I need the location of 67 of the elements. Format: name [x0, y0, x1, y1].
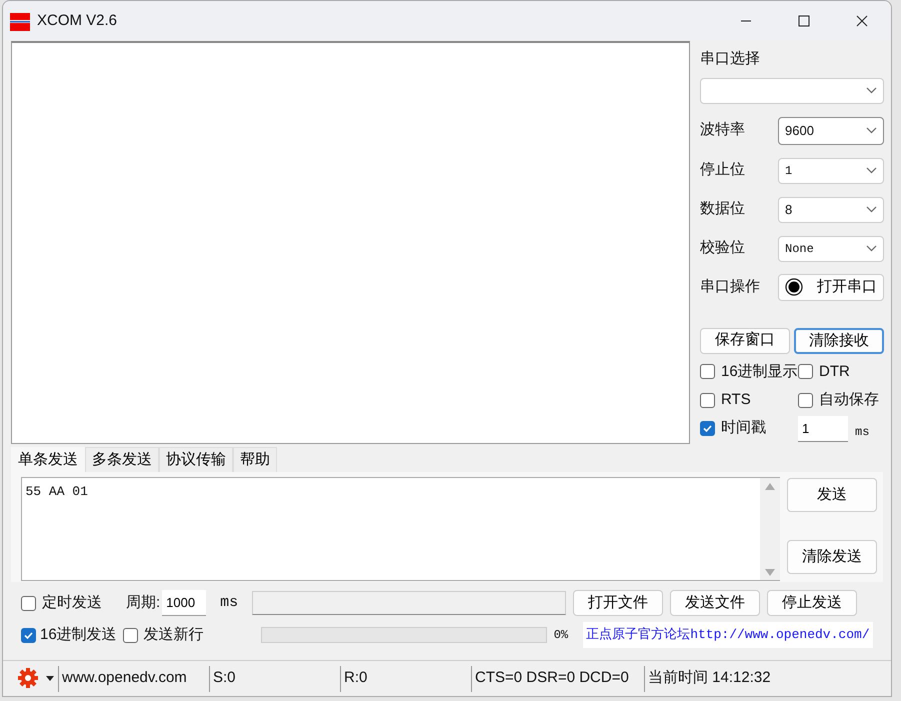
send-field[interactable]: 55 AA 01 [21, 477, 780, 581]
checkmark-icon [23, 630, 34, 640]
close-icon [856, 15, 868, 27]
field-label: 串口选择 [700, 49, 761, 69]
chevron-icon [866, 206, 877, 213]
checkmark-icon [702, 423, 713, 434]
checkbox[interactable] [798, 364, 813, 380]
button[interactable]: 清除发送 [787, 540, 877, 574]
tab[interactable]: 多条发送 [85, 447, 159, 472]
timestamp-field[interactable]: 1 [798, 416, 848, 442]
button[interactable]: 打开文件 [573, 590, 664, 616]
checkbox-label: 自动保存 [819, 390, 879, 410]
checkbox[interactable] [798, 392, 813, 408]
button[interactable]: 发送 [787, 478, 877, 512]
maximize-icon [798, 15, 810, 27]
tab[interactable]: 协议传输 [159, 447, 233, 472]
open-port-button[interactable]: 打开串口 [778, 274, 884, 300]
button[interactable]: 清除接收 [794, 328, 884, 354]
field-label: 停止位 [700, 160, 745, 180]
checkbox[interactable] [700, 421, 715, 436]
checkbox-label: DTR [819, 362, 850, 382]
dropdown[interactable]: 8 [778, 196, 884, 222]
field-label: 串口操作 [700, 276, 760, 297]
chevron-icon [866, 87, 877, 94]
dropdown[interactable]: 1 [778, 158, 884, 184]
status-text: 当前时间 14:12:32 [647, 668, 772, 688]
tab[interactable]: 单条发送 [11, 447, 85, 472]
button[interactable]: 保存窗口 [700, 328, 790, 354]
status-text: R:0 [343, 668, 368, 688]
unit-label: ms [855, 424, 870, 441]
checkbox-label: RTS [721, 390, 751, 410]
checkbox-label: 16进制显示 [721, 362, 798, 382]
field-label: 波特率 [700, 120, 745, 140]
window-title: XCOM V2.6 [37, 10, 118, 31]
field-label: 校验位 [700, 238, 745, 258]
period-field[interactable]: 1000 [162, 590, 206, 616]
checkbox[interactable] [122, 628, 138, 642]
checkbox-label: 时间戳 [721, 418, 766, 438]
button[interactable]: 发送文件 [670, 590, 760, 616]
status-text: S:0 [212, 668, 237, 688]
checkbox[interactable] [700, 364, 715, 380]
record-icon [785, 278, 803, 296]
button[interactable]: 停止发送 [767, 590, 858, 616]
unit-label: ms [220, 592, 240, 613]
status-text: CTS=0 DSR=0 DCD=0 [474, 668, 630, 688]
dropdown-icon[interactable] [46, 676, 54, 681]
chevron-icon [866, 127, 877, 134]
progress-reading: 0% [554, 627, 570, 644]
checkbox[interactable] [21, 628, 36, 642]
send-text: 55 AA 01 [24, 482, 89, 500]
chevron-icon [866, 167, 877, 174]
status-text: www.openedv.com [61, 668, 188, 688]
dropdown[interactable]: 9600 [778, 116, 884, 144]
tab[interactable]: 帮助 [233, 447, 277, 472]
checkbox[interactable] [21, 596, 36, 610]
checkbox[interactable] [700, 392, 715, 408]
checkbox-label: 定时发送 [42, 592, 102, 613]
field-label: 数据位 [700, 199, 745, 220]
field-label: 周期: [126, 592, 160, 613]
checkbox-label: 16进制发送 [40, 624, 117, 645]
checkbox-label: 发送新行 [144, 624, 204, 645]
app-icon [10, 12, 30, 32]
dropdown[interactable]: None [778, 236, 884, 262]
gear-icon[interactable] [17, 667, 39, 690]
file-path-field[interactable] [252, 591, 566, 615]
forum-link[interactable]: 正点原子官方论坛http://www.openedv.com/ [582, 622, 874, 648]
chevron-icon [866, 245, 877, 252]
